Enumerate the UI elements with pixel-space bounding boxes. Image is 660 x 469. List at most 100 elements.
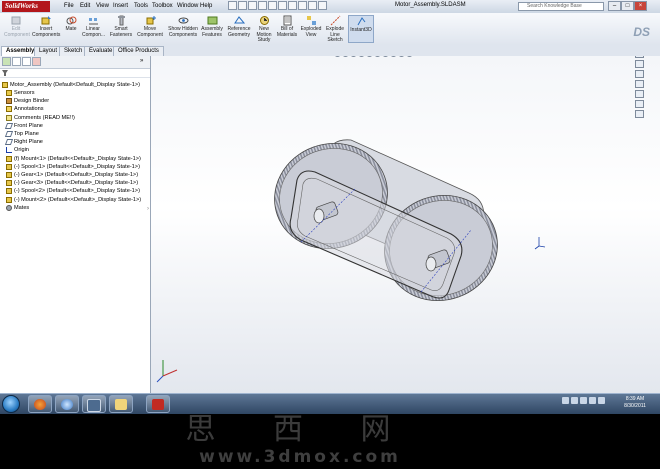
start-button[interactable]: [2, 395, 20, 413]
tree-item-label: Mates: [14, 204, 30, 211]
options-icon[interactable]: [298, 1, 307, 10]
menu-window[interactable]: Window: [177, 2, 198, 11]
sensors-icon: [6, 90, 12, 96]
rebuild-icon[interactable]: [288, 1, 297, 10]
assembly-icon: [2, 82, 8, 88]
edit-component-button[interactable]: Edit Component: [4, 15, 30, 38]
exploded-view-button[interactable]: Exploded View: [300, 15, 322, 38]
tray-volume-icon[interactable]: [589, 397, 596, 404]
motion-study-icon: [259, 16, 269, 25]
feature-manager-tab-icon[interactable]: [2, 57, 11, 66]
bill-of-materials-button[interactable]: Bill of Materials: [276, 15, 298, 38]
tree-item[interactable]: Right Plane: [4, 139, 43, 146]
tree-filter[interactable]: [0, 69, 150, 78]
menu-view[interactable]: View: [96, 2, 109, 11]
close-button[interactable]: ×: [634, 1, 647, 11]
edit-component-icon: [11, 16, 20, 25]
reference-geometry-icon: [233, 16, 245, 24]
graphics-area[interactable]: [151, 56, 660, 393]
tree-item[interactable]: (-) Gear<1> (Default<<Default>_Display S…: [6, 172, 138, 178]
reference-geometry-button[interactable]: Reference Geometry: [226, 15, 252, 38]
file-properties-icon[interactable]: [308, 1, 317, 10]
help-icon[interactable]: [318, 1, 327, 10]
tree-item[interactable]: (-) Spool<2> (Default<<Default>_Display …: [6, 188, 140, 195]
tree-item[interactable]: (-) Mount<2> (Default<<Default>_Display …: [6, 196, 142, 203]
document-title: Motor_Assembly.SLDASM: [395, 2, 466, 8]
instant3d-icon: [357, 17, 365, 26]
tray-flag-icon[interactable]: [571, 397, 578, 404]
menu-toolbox[interactable]: Toolbox: [152, 2, 173, 11]
search-input[interactable]: Search Knowledge Base: [518, 2, 604, 11]
reference-triad-icon: [156, 360, 178, 383]
motor-assembly-model[interactable]: [151, 56, 660, 393]
undo-icon[interactable]: [268, 1, 277, 10]
open-icon[interactable]: [238, 1, 247, 10]
tree-item-label: Right Plane: [14, 139, 43, 146]
linear-pattern-button[interactable]: Linear Compon...: [82, 15, 105, 38]
taskbar-clock[interactable]: 8:39 AM 8/30/2011: [620, 396, 650, 410]
tree-root[interactable]: Motor_Assembly (Default<Default_Display …: [2, 82, 140, 88]
tab-office-products[interactable]: Office Products: [113, 46, 164, 56]
taskbar-search[interactable]: [55, 395, 79, 413]
menu-edit[interactable]: Edit: [80, 2, 90, 11]
menu-file[interactable]: File: [64, 2, 74, 11]
property-manager-tab-icon[interactable]: [12, 57, 21, 66]
tree-item[interactable]: Origin: [6, 147, 29, 154]
insert-components-button[interactable]: Insert Components: [32, 15, 60, 38]
part-icon: [6, 188, 12, 195]
tree-item[interactable]: Front Plane: [4, 122, 43, 129]
minimize-button[interactable]: –: [608, 1, 621, 11]
assembly-features-button[interactable]: Assembly Features: [200, 15, 224, 38]
firefox-icon: [34, 399, 46, 410]
tree-item[interactable]: Mates: [6, 204, 30, 211]
menu-help[interactable]: Help: [200, 2, 212, 11]
tree-item[interactable]: (f) Mount<1> (Default<<Default>_Display …: [6, 155, 141, 162]
part-icon: [6, 155, 12, 162]
smart-fasteners-icon: [117, 15, 125, 26]
configuration-manager-tab-icon[interactable]: [22, 57, 31, 66]
print-icon[interactable]: [258, 1, 267, 10]
mates-icon: [6, 204, 12, 211]
menu-insert[interactable]: Insert: [113, 2, 128, 11]
tree-item[interactable]: Annotations: [6, 106, 44, 113]
tray-arrow-icon[interactable]: [562, 397, 569, 404]
show-hidden-components-button[interactable]: Show Hidden Components: [168, 15, 198, 38]
taskbar-folder[interactable]: [109, 395, 133, 413]
tray-network-icon[interactable]: [580, 397, 587, 404]
tree-item[interactable]: Design Binder: [6, 98, 49, 105]
panel-expand-icon[interactable]: »: [140, 57, 149, 66]
mate-button[interactable]: Mate: [62, 15, 80, 33]
tree-item[interactable]: Top Plane: [4, 131, 39, 137]
plane-icon: [4, 131, 14, 137]
appearance-tab-icon[interactable]: [32, 57, 41, 66]
linear-pattern-icon: [88, 18, 98, 25]
solidworks-logo[interactable]: SolidWorks: [2, 1, 50, 12]
part-icon: [6, 172, 12, 178]
assembly-features-icon: [207, 16, 217, 25]
tree-item[interactable]: (-) Spool<1> (Default<<Default>_Display …: [6, 163, 140, 170]
tree-item[interactable]: (-) Gear<3> (Default<<Default>_Display S…: [6, 180, 139, 187]
taskbar-solidworks[interactable]: [146, 395, 170, 413]
new-motion-study-button[interactable]: New Motion Study: [254, 15, 274, 44]
mate-icon: [66, 16, 76, 25]
restore-button[interactable]: □: [621, 1, 634, 11]
new-icon[interactable]: [228, 1, 237, 10]
explode-line-sketch-button[interactable]: Explode Line Sketch: [324, 15, 346, 44]
title-bar: SolidWorks File Edit View Insert Tools T…: [0, 0, 660, 14]
clock-date: 8/30/2011: [624, 403, 646, 409]
instant3d-button[interactable]: Instant3D: [348, 15, 374, 43]
tree-item[interactable]: Sensors: [6, 90, 35, 96]
taskbar-explorer-app[interactable]: [82, 395, 106, 413]
tree-item-label: (-) Gear<3> (Default<<Default>_Display S…: [14, 180, 139, 187]
select-icon[interactable]: [278, 1, 287, 10]
menu-tools[interactable]: Tools: [134, 2, 148, 11]
tab-layout[interactable]: Layout: [34, 46, 63, 56]
taskbar-firefox[interactable]: [28, 395, 52, 413]
tree-item[interactable]: Comments (READ ME!!): [6, 114, 75, 121]
tray-app-icon[interactable]: [598, 397, 605, 404]
move-component-button[interactable]: Move Component: [136, 15, 164, 38]
tree-item-label: (-) Mount<2> (Default<<Default>_Display …: [14, 196, 142, 203]
panel-splitter[interactable]: ›: [147, 206, 150, 224]
smart-fasteners-button[interactable]: Smart Fasteners: [108, 15, 134, 38]
save-icon[interactable]: [248, 1, 257, 10]
